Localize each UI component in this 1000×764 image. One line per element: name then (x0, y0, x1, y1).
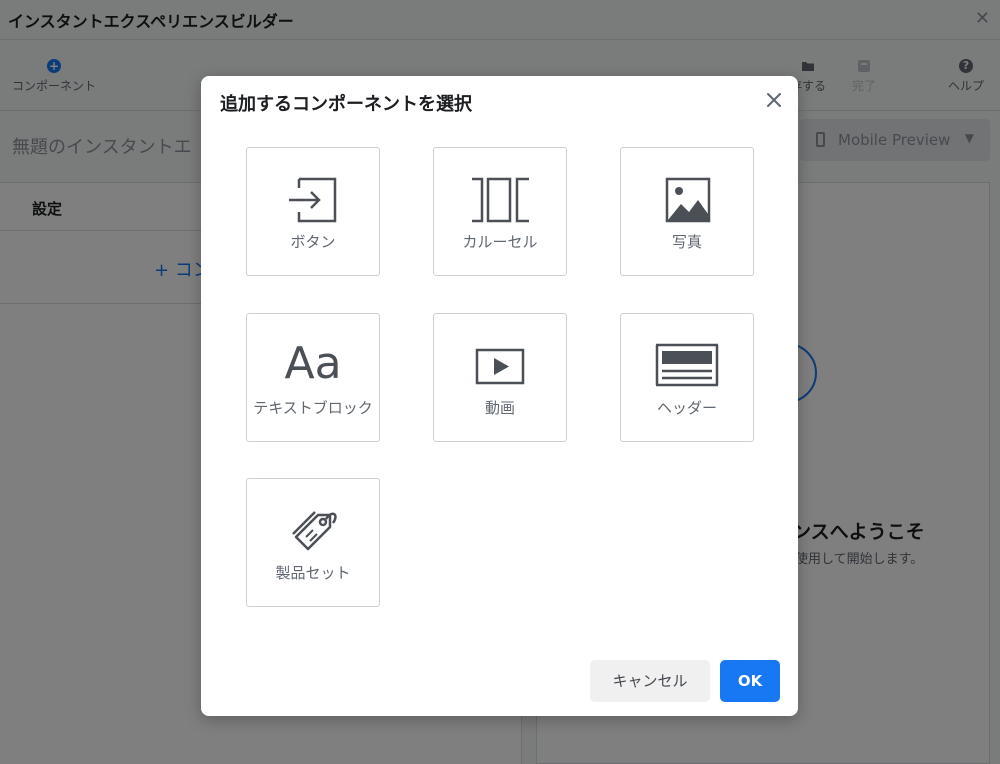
tile-button[interactable]: ボタン (246, 147, 380, 276)
video-icon (475, 348, 525, 385)
button-icon (289, 177, 337, 223)
tile-label: ボタン (290, 233, 336, 251)
dialog-title: 追加するコンポーネントを選択 (220, 94, 472, 115)
tile-label: 写真 (671, 233, 702, 251)
component-picker-dialog: 追加するコンポーネントを選択 ボタン カルーセル 写真 Aa テキストブロック … (201, 76, 798, 716)
tile-header[interactable]: ヘッダー (620, 313, 754, 442)
close-icon[interactable] (763, 89, 785, 111)
tile-label: 動画 (484, 399, 515, 417)
tile-label: 製品セット (275, 564, 351, 582)
tile-photo[interactable]: 写真 (620, 147, 754, 276)
tile-label: カルーセル (462, 233, 538, 251)
cancel-button[interactable]: キャンセル (590, 660, 710, 702)
tile-text-block[interactable]: Aa テキストブロック (246, 313, 380, 442)
tile-product-set[interactable]: 製品セット (246, 478, 380, 607)
ok-button[interactable]: OK (720, 660, 780, 702)
text-block-icon: Aa (284, 338, 342, 389)
product-set-icon (292, 511, 337, 551)
photo-icon (665, 177, 711, 223)
carousel-icon (472, 177, 529, 223)
header-icon (655, 343, 719, 387)
tile-label: ヘッダー (656, 399, 717, 417)
tile-label: テキストブロック (253, 399, 373, 417)
tile-carousel[interactable]: カルーセル (433, 147, 567, 276)
tile-video[interactable]: 動画 (433, 313, 567, 442)
